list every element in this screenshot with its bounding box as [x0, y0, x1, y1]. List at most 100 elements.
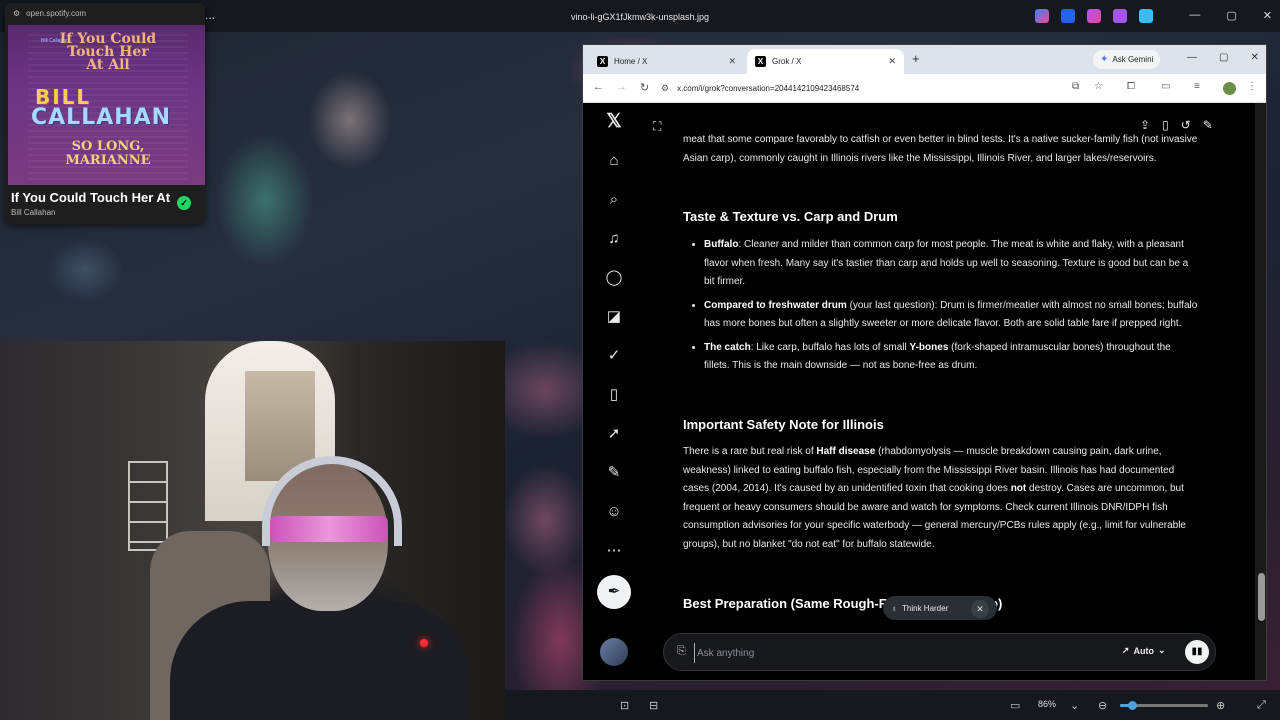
viewer-tool-icons [1035, 9, 1153, 23]
grok-icon[interactable]: ◪ [603, 306, 625, 328]
think-harder-close-icon[interactable]: ✕ [971, 600, 989, 618]
voice-mode-icon[interactable]: ▮▮ [1185, 640, 1209, 664]
designer-icon[interactable] [1113, 9, 1127, 23]
profile-avatar[interactable] [1223, 82, 1236, 95]
onedrive-icon[interactable] [1139, 9, 1153, 23]
home-icon[interactable]: ⌂ [603, 150, 625, 172]
grok-composer: ⎘ ➚ Auto ⌄ ▮▮ [663, 633, 1216, 671]
bookmark-star-icon[interactable]: ☆ [1094, 81, 1103, 92]
notifications-icon[interactable]: ♫ [603, 228, 625, 250]
track-artist[interactable]: Bill Callahan [11, 208, 55, 217]
browser-minimize-icon[interactable]: — [1187, 52, 1197, 63]
recording-light [420, 639, 428, 647]
x-logo-icon[interactable]: 𝕏 [603, 111, 625, 133]
account-avatar[interactable] [600, 638, 628, 666]
browser-maximize-icon[interactable]: ▢ [1219, 52, 1228, 63]
fit-to-window-icon[interactable]: ▭ [1010, 699, 1020, 712]
copilot-icon[interactable] [1035, 9, 1049, 23]
install-app-icon[interactable]: ⧉ [1072, 81, 1079, 92]
visual-search-icon[interactable]: ⊟ [649, 699, 658, 712]
tab-close-icon[interactable]: ✕ [728, 56, 736, 67]
reading-list-icon[interactable]: ≡ [1194, 81, 1200, 92]
browser-toolbar: ← → ↻ ⚙ x.com/i/grok?conversation=204414… [583, 74, 1266, 103]
x-favicon-icon: X [755, 56, 766, 67]
lightbulb-icon: ♁ [891, 603, 897, 613]
back-button[interactable]: ← [593, 81, 604, 93]
cover-solong-text: SO LONG, MARIANNE [65, 139, 151, 168]
site-info-icon[interactable]: ⚙ [661, 83, 669, 94]
attach-icon[interactable]: ⎘ [677, 645, 686, 658]
zoom-dropdown-icon[interactable]: ⌄ [1070, 699, 1079, 712]
new-tab-button[interactable]: + [912, 51, 920, 66]
close-icon[interactable]: ✕ [1263, 9, 1272, 22]
page-scrollbar[interactable] [1255, 103, 1266, 680]
rocket-icon[interactable]: ➚ [603, 423, 625, 445]
messages-icon[interactable]: ◯ [603, 267, 625, 289]
address-bar[interactable]: ⚙ x.com/i/grok?conversation=204414210942… [661, 78, 1116, 99]
webcam-feed [0, 341, 505, 720]
intro-paragraph: meat that some compare favorably to catf… [683, 134, 1198, 164]
list-item: Compared to freshwater drum (your last q… [704, 297, 1198, 334]
clipchamp-icon[interactable] [1087, 9, 1101, 23]
tab-home-x[interactable]: X Home / X ✕ [589, 49, 744, 74]
zoom-slider-knob[interactable] [1128, 701, 1138, 710]
list-item: The catch: Like carp, buffalo has lots o… [704, 339, 1198, 376]
sunglasses [270, 516, 388, 542]
zoom-out-icon[interactable]: ⊖ [1098, 699, 1107, 712]
heading-taste-texture: Taste & Texture vs. Carp and Drum [683, 209, 898, 224]
scrollbar-thumb[interactable] [1258, 573, 1265, 621]
x-favicon-icon: X [597, 56, 608, 67]
minimize-icon[interactable]: — [1189, 9, 1200, 22]
grok-response: meat that some compare favorably to catf… [683, 103, 1198, 680]
album-cover: Bill Callahan If You Could Touch Her At … [8, 25, 205, 185]
expand-icon[interactable]: ⛶ [653, 119, 661, 134]
search-icon[interactable]: ⌕ [603, 189, 625, 211]
spotify-mini-player[interactable]: ⚙ open.spotify.com Bill Callahan If You … [5, 3, 205, 224]
ask-gemini-button[interactable]: ✦ Ask Gemini [1093, 50, 1161, 69]
background-shelf [128, 461, 168, 551]
profile-icon[interactable]: ☺ [603, 501, 625, 523]
track-title[interactable]: If You Could Touch Her At All [11, 190, 171, 205]
browser-window[interactable]: X Home / X ✕ X Grok / X ✕ + ✦ Ask Gemini… [582, 44, 1267, 681]
x-page: 𝕏 ⌂ ⌕ ♫ ◯ ◪ ✓ ▯ ➚ ✎ ☺ ⋯ ✒ ⛶ ⇪ ▯ ↺ ✎ meat… [583, 103, 1266, 680]
cover-title-text: If You Could Touch Her At All [59, 31, 157, 73]
viewer-bottom-bar: ⊡ ⊟ ▭ 86% ⌄ ⊖ ⊕ ⤢ [505, 690, 1280, 720]
site-settings-icon[interactable]: ⚙ [13, 9, 20, 18]
list-item: Buffalo: Cleaner and milder than common … [704, 236, 1198, 292]
more-icon[interactable]: ⋯ [603, 540, 625, 562]
tab-close-icon[interactable]: ✕ [888, 56, 896, 67]
browser-menu-icon[interactable]: ⋮ [1247, 81, 1257, 92]
gemini-icon: ✦ [1100, 54, 1109, 65]
model-selector[interactable]: ➚ Auto ⌄ [1122, 645, 1166, 656]
heading-safety-note: Important Safety Note for Illinois [683, 417, 884, 432]
cast-icon[interactable]: ▭ [1161, 81, 1170, 92]
taste-list: Buffalo: Cleaner and milder than common … [683, 236, 1198, 381]
person-torso [170, 601, 470, 720]
new-chat-icon[interactable]: ✎ [1203, 118, 1213, 132]
saved-check-icon[interactable]: ✓ [177, 196, 191, 210]
zoom-level[interactable]: 86% [1038, 699, 1056, 709]
reload-button[interactable]: ↻ [640, 81, 649, 94]
articles-icon[interactable]: ✎ [603, 462, 625, 484]
crop-icon[interactable]: ⊡ [620, 699, 629, 712]
verified-icon[interactable]: ✓ [603, 345, 625, 367]
mini-player-url: ⚙ open.spotify.com [13, 9, 87, 18]
zoom-in-icon[interactable]: ⊕ [1216, 699, 1225, 712]
bookmarks-icon[interactable]: ▯ [603, 384, 625, 406]
tab-grok-x[interactable]: X Grok / X ✕ [747, 49, 904, 74]
ask-anything-input[interactable] [694, 643, 1074, 663]
extensions-icon[interactable]: ⧠ [1127, 81, 1135, 92]
post-button[interactable]: ✒ [597, 575, 631, 609]
browser-close-icon[interactable]: ✕ [1250, 52, 1258, 63]
maximize-icon[interactable]: ▢ [1226, 9, 1236, 22]
fullscreen-icon[interactable]: ⤢ [1257, 699, 1266, 712]
cover-callahan-text: CALLAHAN [31, 105, 172, 130]
x-sidebar: 𝕏 ⌂ ⌕ ♫ ◯ ◪ ✓ ▯ ➚ ✎ ☺ ⋯ ✒ [583, 103, 645, 680]
rocket-model-icon: ➚ [1122, 645, 1130, 655]
edit-icon[interactable] [1061, 9, 1075, 23]
zoom-slider[interactable] [1120, 701, 1208, 710]
chevron-down-icon: ⌄ [1158, 645, 1166, 655]
forward-button[interactable]: → [616, 81, 627, 93]
tab-strip: X Home / X ✕ X Grok / X ✕ + ✦ Ask Gemini… [583, 45, 1266, 74]
safety-paragraph: There is a rare but real risk of Haff di… [683, 446, 1186, 550]
